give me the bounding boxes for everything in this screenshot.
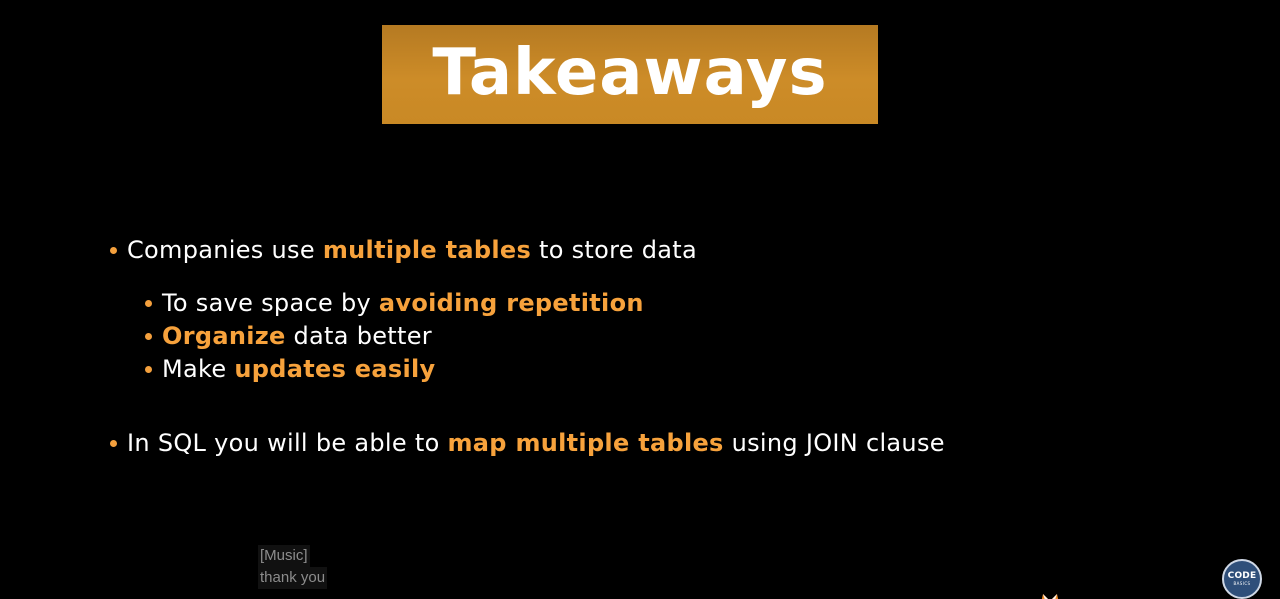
title-banner: Takeaways	[382, 25, 878, 124]
subbullet-make-updates: Make updates easily	[145, 355, 435, 383]
bullet-dot-icon	[110, 246, 117, 254]
brand-name: CODE	[1227, 571, 1257, 581]
subbullet-save-space: To save space by avoiding repetition	[145, 289, 644, 317]
bullet-text: To save space by	[162, 289, 371, 317]
fox-icon	[1039, 588, 1061, 599]
bullet-dot-icon	[145, 299, 152, 307]
bullet-companies-use-multiple-tables: Companies use multiple tables to store d…	[110, 236, 697, 264]
closed-captions: [Music] thank you	[258, 545, 328, 589]
bullet-text: In SQL you will be able to	[127, 429, 440, 457]
bullet-highlight: Organize	[162, 322, 286, 350]
bullet-dot-icon	[145, 332, 152, 340]
brand-subtitle: BASICS	[1233, 581, 1251, 586]
bullet-highlight: avoiding repetition	[378, 289, 644, 317]
caption-line: thank you	[258, 567, 328, 589]
bullet-dot-icon	[110, 439, 117, 447]
video-frame[interactable]: Takeaways Companies use multiple tables …	[0, 0, 1280, 599]
bullet-text: data better	[293, 322, 432, 350]
bullet-text: Companies use	[127, 236, 315, 264]
bullet-highlight: map multiple tables	[447, 429, 724, 457]
codebasics-logo[interactable]: CODE BASICS	[1222, 559, 1262, 599]
subbullet-organize-data: Organize data better	[145, 322, 432, 350]
bullet-text: using JOIN clause	[731, 429, 945, 457]
slide-title: Takeaways	[432, 35, 828, 110]
bullet-text: Make	[162, 355, 227, 383]
caption-line: [Music]	[258, 545, 310, 567]
bullet-highlight: multiple tables	[322, 236, 532, 264]
bullet-highlight: updates easily	[234, 355, 436, 383]
bullet-sql-join: In SQL you will be able to map multiple …	[110, 429, 945, 457]
bullet-text: to store data	[539, 236, 698, 264]
bullet-dot-icon	[145, 365, 152, 373]
